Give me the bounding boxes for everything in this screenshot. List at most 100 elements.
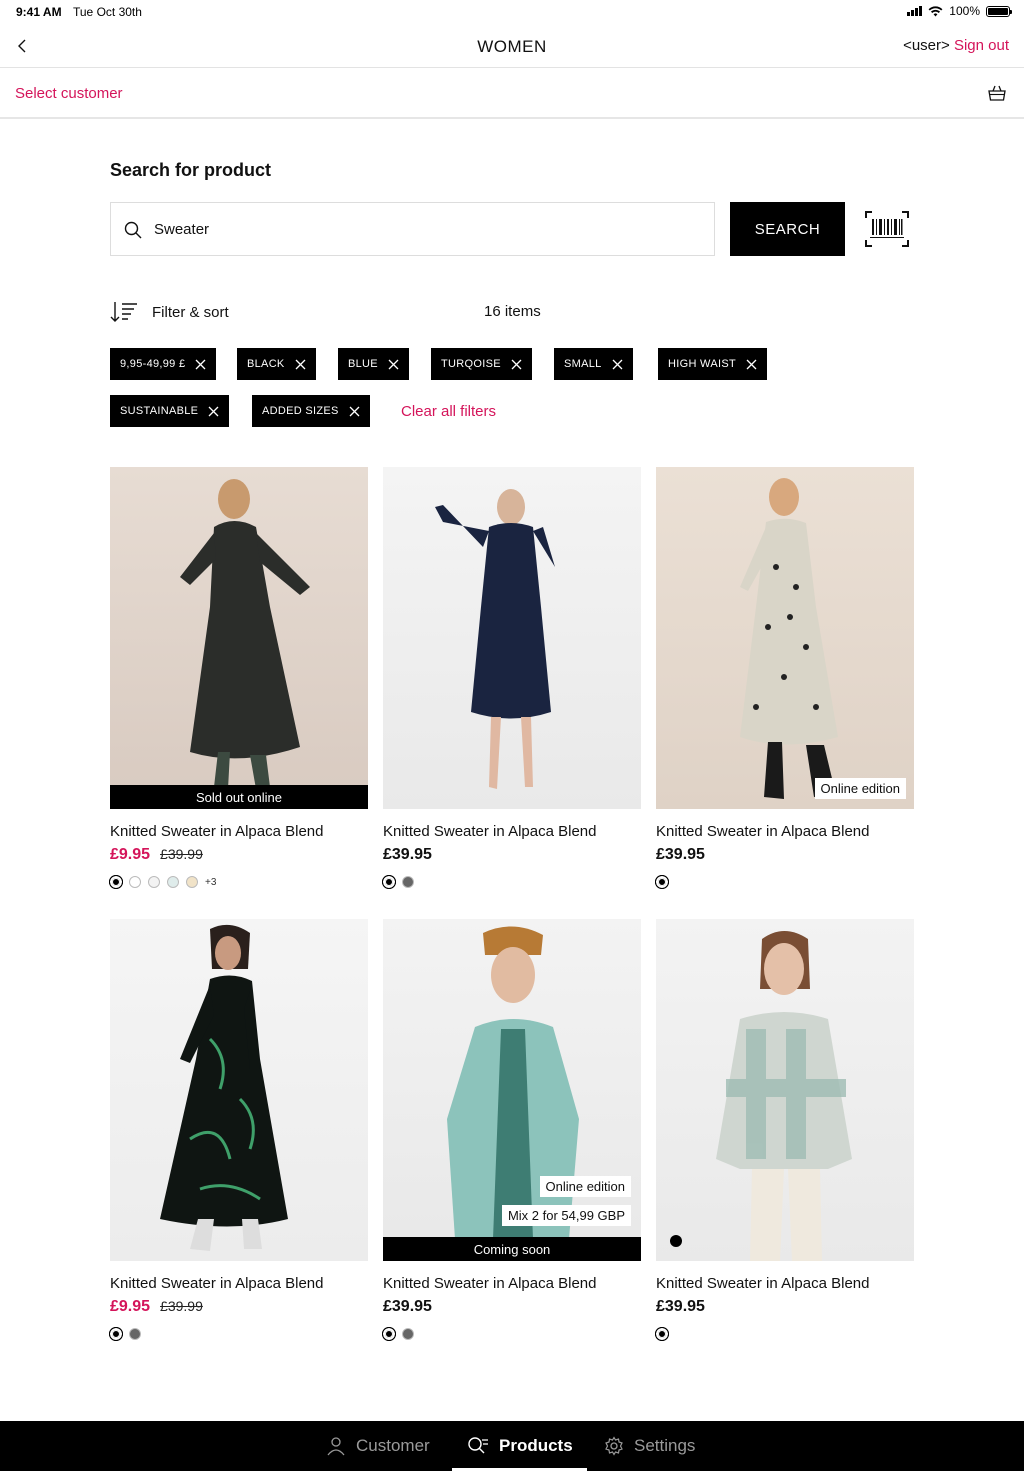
search-icon bbox=[124, 221, 142, 239]
model-photo bbox=[716, 931, 852, 1261]
product-name[interactable]: Knitted Sweater in Alpaca Blend bbox=[110, 823, 323, 840]
original-price: £39.99 bbox=[160, 846, 203, 862]
search-button[interactable]: SEARCH bbox=[730, 202, 845, 256]
filter-chip-turqoise[interactable]: TURQOISE bbox=[431, 348, 532, 380]
product-image[interactable] bbox=[383, 467, 641, 809]
basket-icon[interactable] bbox=[987, 83, 1007, 103]
filter-chip-label: TURQOISE bbox=[441, 358, 501, 370]
filter-chip-label: ADDED SIZES bbox=[262, 405, 339, 417]
close-icon[interactable] bbox=[349, 406, 360, 417]
filter-chip-label: 9,95-49,99 £ bbox=[120, 358, 186, 370]
color-swatch[interactable] bbox=[655, 1327, 669, 1341]
color-swatch[interactable] bbox=[148, 876, 160, 888]
tab-customer[interactable]: Customer bbox=[326, 1421, 430, 1471]
filter-chip-added-sizes[interactable]: ADDED SIZES bbox=[252, 395, 370, 427]
product-name[interactable]: Knitted Sweater in Alpaca Blend bbox=[656, 823, 869, 840]
color-swatches bbox=[655, 875, 669, 889]
wifi-icon bbox=[928, 5, 943, 16]
product-name[interactable]: Knitted Sweater in Alpaca Blend bbox=[383, 823, 596, 840]
search-field[interactable] bbox=[110, 202, 715, 256]
product-name[interactable]: Knitted Sweater in Alpaca Blend bbox=[656, 1275, 869, 1292]
price: £39.95 bbox=[656, 1298, 705, 1315]
product-image[interactable] bbox=[656, 919, 914, 1261]
product-name[interactable]: Knitted Sweater in Alpaca Blend bbox=[383, 1275, 596, 1292]
items-count: 16 items bbox=[484, 303, 541, 320]
sale-price: £9.95 bbox=[110, 1298, 151, 1315]
status-right: 100% bbox=[907, 4, 1012, 18]
nav-bar: WOMEN <user> Sign out bbox=[0, 24, 1024, 68]
close-icon[interactable] bbox=[295, 359, 306, 370]
price: £39.95 bbox=[383, 1298, 432, 1315]
page-title: WOMEN bbox=[477, 37, 547, 56]
price: £39.95 bbox=[383, 846, 432, 863]
color-swatch[interactable] bbox=[402, 1328, 414, 1340]
color-swatch[interactable] bbox=[186, 876, 198, 888]
filter-chip-high-waist[interactable]: HIGH WAIST bbox=[658, 348, 767, 380]
close-icon[interactable] bbox=[612, 359, 623, 370]
filter-chip-label: SUSTAINABLE bbox=[120, 405, 199, 417]
tab-settings[interactable]: Settings bbox=[604, 1421, 695, 1471]
signal-icon bbox=[907, 6, 923, 16]
battery-percent: 100% bbox=[949, 4, 980, 18]
sale-price: £9.95 bbox=[110, 846, 151, 863]
image-color-dot bbox=[670, 1235, 682, 1247]
color-swatch[interactable] bbox=[655, 875, 669, 889]
gear-icon bbox=[605, 1436, 623, 1456]
online-edition-tag: Online edition bbox=[539, 1176, 631, 1197]
coming-soon-badge: Coming soon bbox=[383, 1237, 641, 1261]
model-photo bbox=[160, 924, 288, 1251]
product-card[interactable]: Online edition Mix 2 for 54,99 GBP Comin… bbox=[382, 919, 641, 1341]
color-swatch[interactable] bbox=[109, 875, 123, 889]
filter-chip-blue[interactable]: BLUE bbox=[338, 348, 409, 380]
select-customer-link[interactable]: Select customer bbox=[15, 85, 123, 102]
filter-chip-label: SMALL bbox=[564, 358, 602, 370]
color-swatch[interactable] bbox=[402, 876, 414, 888]
product-card[interactable]: Knitted Sweater in Alpaca Blend £9.95 £3… bbox=[109, 919, 368, 1341]
product-price: £9.95 £39.99 bbox=[110, 1298, 203, 1316]
barcode-scan-icon[interactable] bbox=[864, 210, 910, 248]
product-price: £39.95 bbox=[383, 1298, 432, 1316]
product-price: £39.95 bbox=[656, 1298, 705, 1316]
color-swatch[interactable] bbox=[167, 876, 179, 888]
bottom-tab-bar: Customer Products Settings bbox=[0, 1421, 1024, 1471]
product-card[interactable]: Sold out online Knitted Sweater in Alpac… bbox=[109, 467, 368, 889]
color-swatch[interactable] bbox=[382, 875, 396, 889]
color-swatch[interactable] bbox=[382, 1327, 396, 1341]
filter-chip-sustainable[interactable]: SUSTAINABLE bbox=[110, 395, 230, 427]
online-edition-tag: Online edition bbox=[814, 778, 906, 799]
color-swatch[interactable] bbox=[129, 1328, 141, 1340]
close-icon[interactable] bbox=[195, 359, 206, 370]
product-image[interactable]: Online edition Mix 2 for 54,99 GBP Comin… bbox=[383, 919, 641, 1261]
filter-chip-black[interactable]: BLACK bbox=[237, 348, 316, 380]
close-icon[interactable] bbox=[511, 359, 522, 370]
sign-out-link[interactable]: Sign out bbox=[954, 37, 1009, 54]
color-swatches bbox=[382, 875, 414, 889]
clear-all-filters-link[interactable]: Clear all filters bbox=[401, 403, 496, 420]
close-icon[interactable] bbox=[208, 406, 219, 417]
close-icon[interactable] bbox=[388, 359, 399, 370]
more-colors-count: +3 bbox=[205, 876, 217, 888]
product-card[interactable]: Knitted Sweater in Alpaca Blend £39.95 bbox=[382, 467, 641, 889]
model-photo bbox=[740, 478, 838, 799]
close-icon[interactable] bbox=[746, 359, 757, 370]
color-swatch[interactable] bbox=[129, 876, 141, 888]
color-swatches bbox=[109, 1327, 141, 1341]
color-swatch[interactable] bbox=[109, 1327, 123, 1341]
status-date: Tue Oct 30th bbox=[73, 5, 142, 19]
product-card[interactable]: Online edition Knitted Sweater in Alpaca… bbox=[655, 467, 914, 889]
filter-chip-small[interactable]: SMALL bbox=[554, 348, 633, 380]
sold-out-badge: Sold out online bbox=[110, 785, 368, 809]
product-image[interactable]: Sold out online bbox=[110, 467, 368, 809]
product-image[interactable]: Online edition bbox=[656, 467, 914, 809]
filter-chip-price[interactable]: 9,95-49,99 £ bbox=[110, 348, 217, 380]
filter-chip-label: BLUE bbox=[348, 358, 378, 370]
filter-sort-button[interactable]: Filter & sort bbox=[110, 300, 229, 324]
product-image[interactable] bbox=[110, 919, 368, 1261]
product-price: £39.95 bbox=[656, 846, 705, 864]
user-name: <user> bbox=[903, 37, 950, 54]
product-card[interactable]: Knitted Sweater in Alpaca Blend £39.95 bbox=[655, 919, 914, 1341]
tab-products[interactable]: Products bbox=[467, 1421, 573, 1471]
product-name[interactable]: Knitted Sweater in Alpaca Blend bbox=[110, 1275, 323, 1292]
filter-chip-label: BLACK bbox=[247, 358, 285, 370]
search-input[interactable] bbox=[154, 203, 694, 255]
